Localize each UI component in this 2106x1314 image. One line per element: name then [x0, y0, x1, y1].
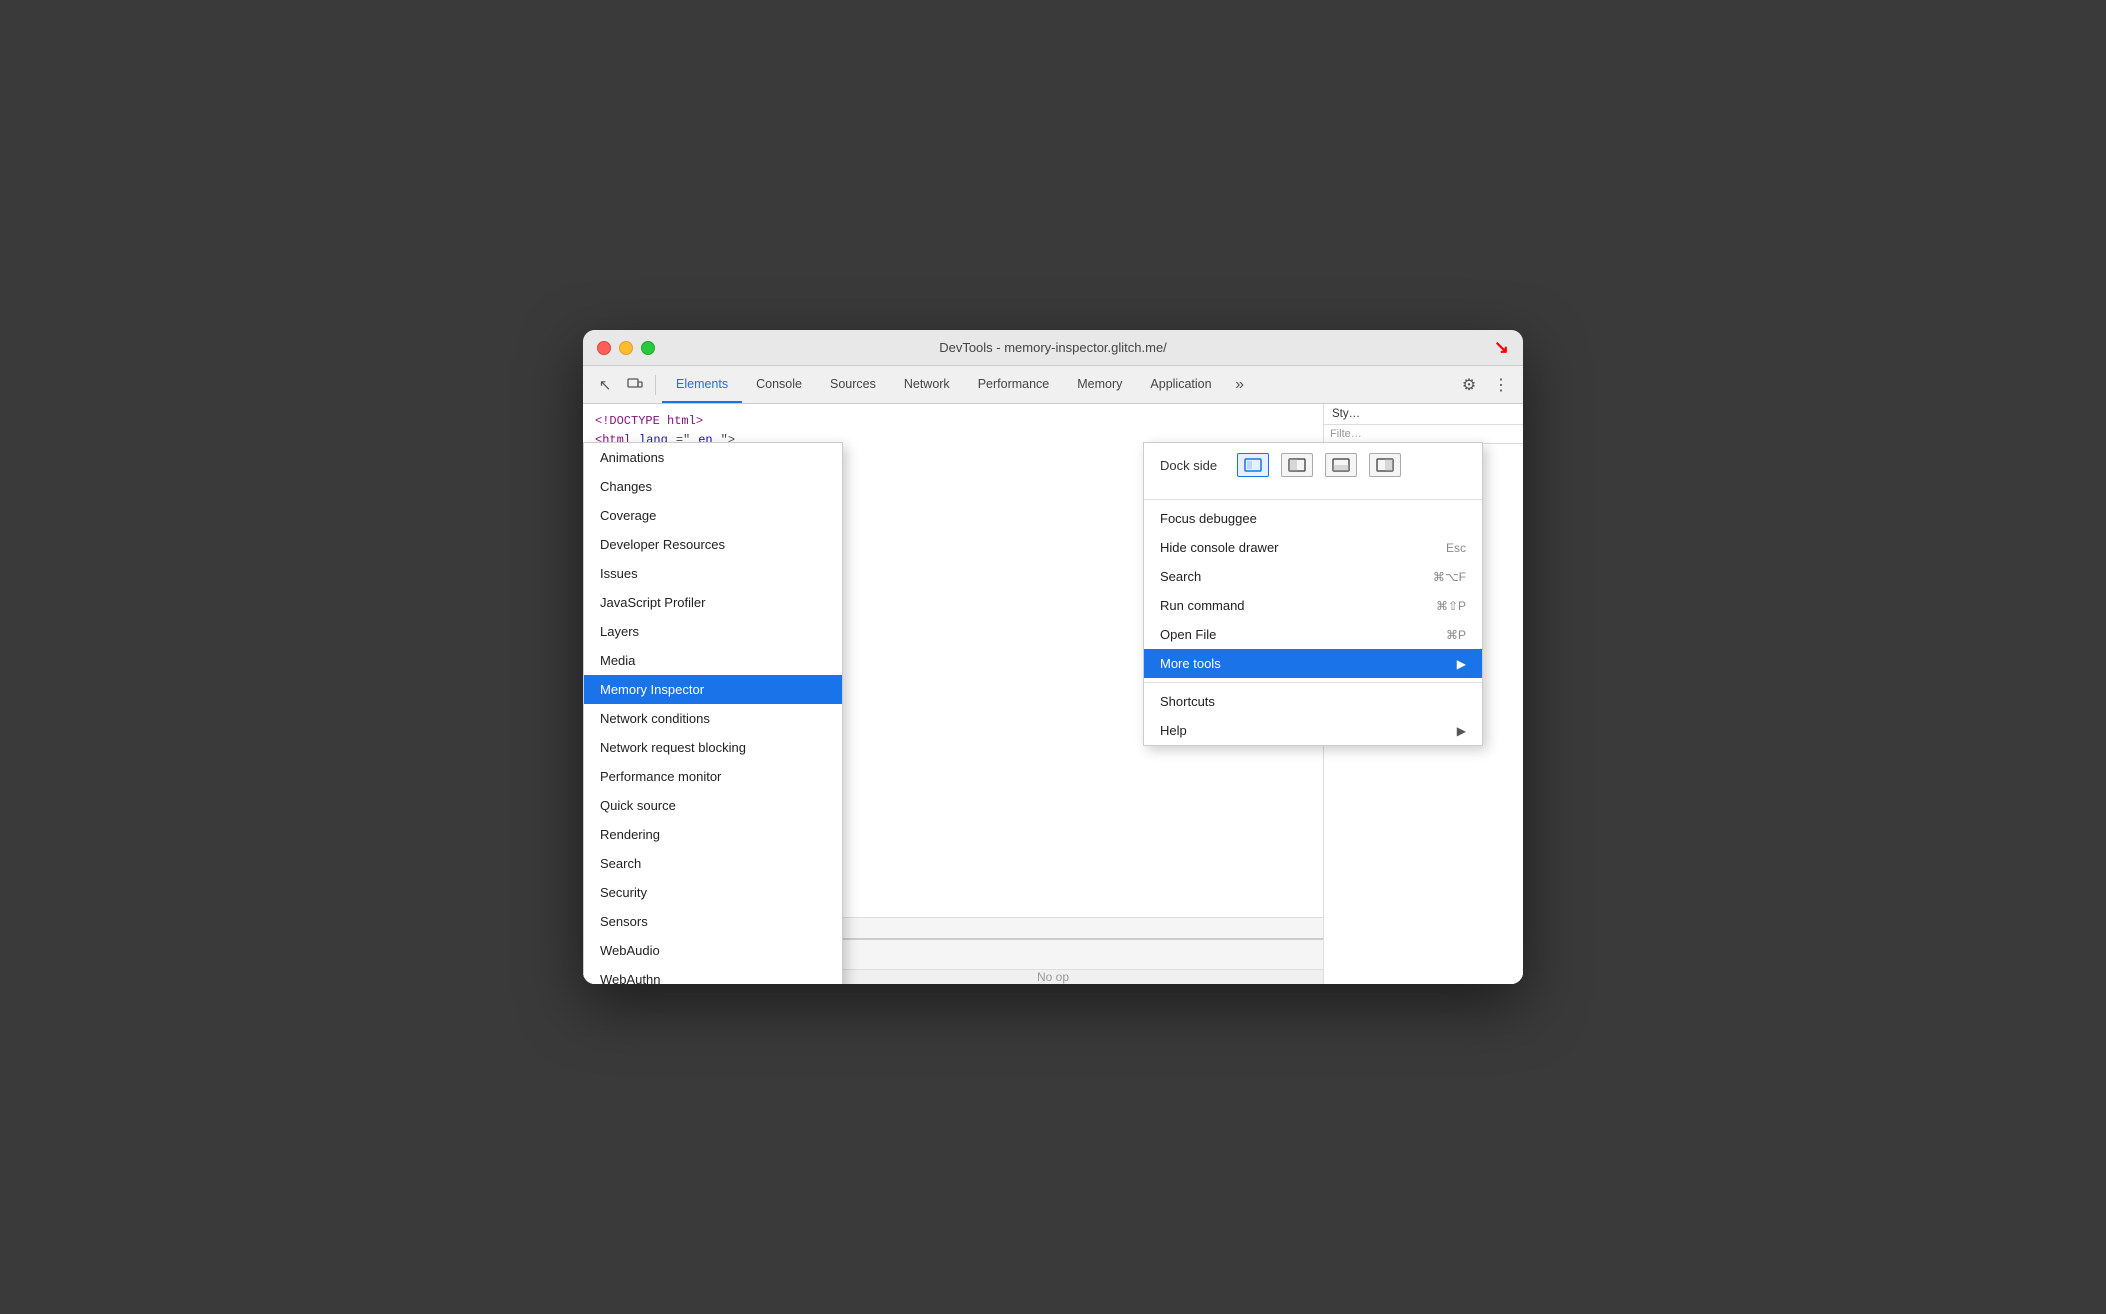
dock-right-button[interactable]: [1369, 453, 1401, 477]
menu-item-javascript-profiler[interactable]: JavaScript Profiler: [584, 588, 842, 617]
window-title: DevTools - memory-inspector.glitch.me/: [939, 340, 1167, 355]
settings-help[interactable]: Help ▶: [1144, 716, 1482, 745]
device-toggle-icon[interactable]: [621, 371, 649, 399]
minimize-button[interactable]: [619, 341, 633, 355]
settings-hide-console[interactable]: Hide console drawer Esc: [1144, 533, 1482, 562]
cursor-icon[interactable]: ↖: [591, 371, 619, 399]
maximize-button[interactable]: [641, 341, 655, 355]
tab-sources[interactable]: Sources: [816, 366, 890, 403]
menu-item-network-conditions[interactable]: Network conditions: [584, 704, 842, 733]
tab-memory[interactable]: Memory: [1063, 366, 1136, 403]
more-tabs-button[interactable]: »: [1228, 373, 1252, 397]
menu-item-quick-source[interactable]: Quick source: [584, 791, 842, 820]
menu-item-memory-inspector[interactable]: Memory Inspector: [584, 675, 842, 704]
settings-search[interactable]: Search ⌘⌥F: [1144, 562, 1482, 591]
settings-panel: Dock side: [1143, 442, 1483, 746]
tab-console[interactable]: Console: [742, 366, 816, 403]
settings-open-file[interactable]: Open File ⌘P: [1144, 620, 1482, 649]
dock-side-label: Dock side: [1160, 458, 1217, 473]
tab-elements[interactable]: Elements: [662, 366, 742, 403]
menu-item-changes[interactable]: Changes: [584, 472, 842, 501]
settings-gear-button[interactable]: ⚙: [1455, 371, 1483, 399]
menu-item-sensors[interactable]: Sensors: [584, 907, 842, 936]
devtools-body: ↖ Elements Console Sources N: [583, 366, 1523, 984]
more-tools-dropdown: Animations Changes Coverage Developer Re…: [583, 442, 843, 984]
menu-item-animations[interactable]: Animations: [584, 443, 842, 472]
menu-item-developer-resources[interactable]: Developer Resources: [584, 530, 842, 559]
dock-undock-button[interactable]: [1237, 453, 1269, 477]
dock-side-section: Dock side: [1144, 443, 1482, 495]
settings-divider-1: [1144, 499, 1482, 500]
settings-open-file-shortcut: ⌘P: [1446, 628, 1466, 642]
tab-performance[interactable]: Performance: [964, 366, 1064, 403]
menu-item-webauthn[interactable]: WebAuthn: [584, 965, 842, 984]
tab-network[interactable]: Network: [890, 366, 964, 403]
main-toolbar: ↖ Elements Console Sources N: [583, 366, 1523, 404]
menu-item-media[interactable]: Media: [584, 646, 842, 675]
tab-application[interactable]: Application: [1136, 366, 1225, 403]
more-tools-arrow-icon: ▶: [1457, 657, 1466, 671]
menu-item-performance-monitor[interactable]: Performance monitor: [584, 762, 842, 791]
menu-item-layers[interactable]: Layers: [584, 617, 842, 646]
settings-search-shortcut: ⌘⌥F: [1433, 570, 1466, 584]
settings-divider-2: [1144, 682, 1482, 683]
styles-header: Sty…: [1324, 404, 1523, 425]
menu-item-coverage[interactable]: Coverage: [584, 501, 842, 530]
settings-run-command[interactable]: Run command ⌘⇧P: [1144, 591, 1482, 620]
main-content-area: <!DOCTYPE html> <html lang="en"> html › …: [583, 404, 1523, 984]
red-arrow-icon: ↘: [1494, 337, 1509, 358]
more-tools-menu: Animations Changes Coverage Developer Re…: [583, 442, 843, 984]
settings-focus-debuggee[interactable]: Focus debuggee: [1144, 504, 1482, 533]
help-arrow-icon: ▶: [1457, 724, 1466, 738]
menu-item-webaudio[interactable]: WebAudio: [584, 936, 842, 965]
dock-left-button[interactable]: [1281, 453, 1313, 477]
panel-tabs: Elements Console Sources Network Perform…: [662, 366, 1252, 403]
traffic-lights: [597, 341, 655, 355]
menu-item-network-request-blocking[interactable]: Network request blocking: [584, 733, 842, 762]
menu-item-rendering[interactable]: Rendering: [584, 820, 842, 849]
settings-shortcuts[interactable]: Shortcuts: [1144, 687, 1482, 716]
settings-hide-console-shortcut: Esc: [1446, 541, 1466, 555]
no-op-text: No op: [1037, 970, 1069, 984]
code-doctype: <!DOCTYPE html>: [595, 412, 703, 431]
toolbar-separator: [655, 375, 656, 395]
devtools-window: DevTools - memory-inspector.glitch.me/ ↘…: [583, 330, 1523, 984]
menu-item-security[interactable]: Security: [584, 878, 842, 907]
settings-more-tools[interactable]: More tools ▶: [1144, 649, 1482, 678]
close-button[interactable]: [597, 341, 611, 355]
dock-side-row: Dock side: [1160, 453, 1466, 477]
toolbar-right: ⚙ ⋮: [1455, 371, 1515, 399]
menu-item-issues[interactable]: Issues: [584, 559, 842, 588]
settings-run-command-shortcut: ⌘⇧P: [1436, 599, 1466, 613]
more-options-button[interactable]: ⋮: [1487, 371, 1515, 399]
menu-item-search[interactable]: Search: [584, 849, 842, 878]
titlebar: DevTools - memory-inspector.glitch.me/ ↘: [583, 330, 1523, 366]
dock-bottom-button[interactable]: [1325, 453, 1357, 477]
